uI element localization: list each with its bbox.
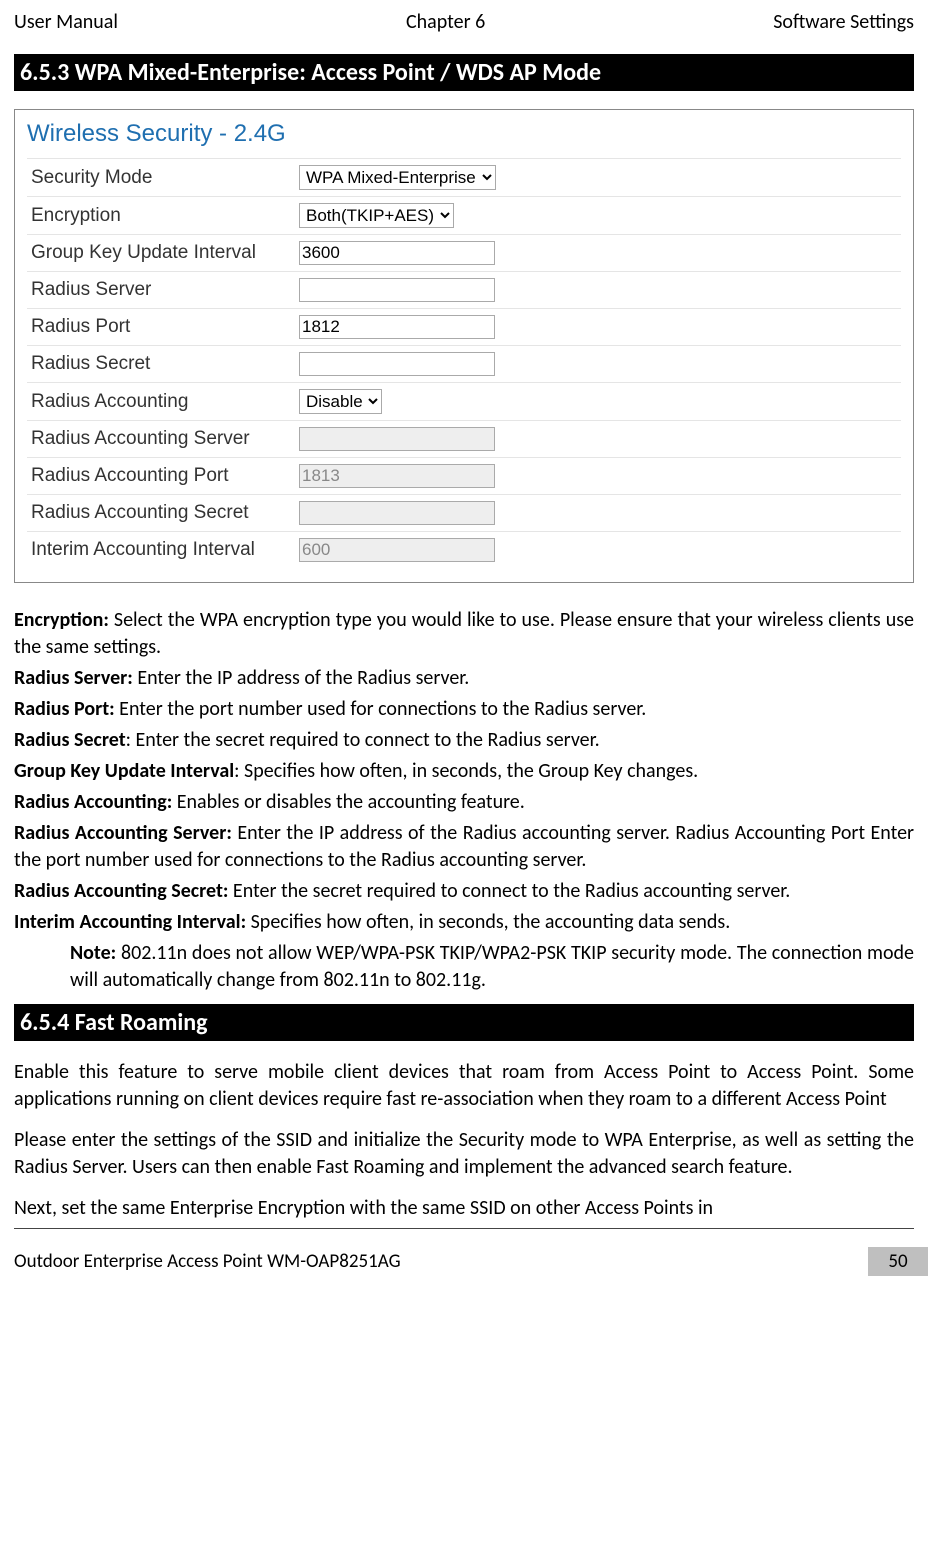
table-row: Encryption Both(TKIP+AES) <box>27 197 901 235</box>
label-radius-port: Radius Port <box>27 309 295 346</box>
label-radius-acct-secret: Radius Accounting Secret <box>27 495 295 532</box>
def-interim: Interim Accounting Interval: Specifies h… <box>14 909 914 936</box>
section-title-fast-roaming: 6.5.4 Fast Roaming <box>14 1004 914 1041</box>
table-row: Radius Accounting Secret <box>27 495 901 532</box>
header-left: User Manual <box>14 10 118 34</box>
table-row: Security Mode WPA Mixed-Enterprise <box>27 159 901 197</box>
note-80211n: Note: 802.11n does not allow WEP/WPA-PSK… <box>70 940 914 994</box>
table-row: Radius Accounting Disable <box>27 383 901 421</box>
label-radius-server: Radius Server <box>27 272 295 309</box>
label-radius-accounting: Radius Accounting <box>27 383 295 421</box>
radius-server-input[interactable] <box>299 278 495 302</box>
label-radius-acct-server: Radius Accounting Server <box>27 421 295 458</box>
header-center: Chapter 6 <box>406 10 485 34</box>
panel-title: Wireless Security - 2.4G <box>27 120 901 148</box>
def-radius-accounting: Radius Accounting: Enables or disables t… <box>14 789 914 816</box>
table-row: Radius Secret <box>27 346 901 383</box>
page-number: 50 <box>868 1247 928 1276</box>
label-radius-secret: Radius Secret <box>27 346 295 383</box>
gkui-input[interactable] <box>299 241 495 265</box>
radius-acct-server-input <box>299 427 495 451</box>
table-row: Radius Server <box>27 272 901 309</box>
radius-acct-secret-input <box>299 501 495 525</box>
footer-left: Outdoor Enterprise Access Point WM-OAP82… <box>0 1247 401 1276</box>
fast-roaming-p3: Next, set the same Enterprise Encryption… <box>14 1195 914 1222</box>
def-encryption: Encryption: Select the WPA encryption ty… <box>14 607 914 661</box>
def-radius-server: Radius Server: Enter the IP address of t… <box>14 665 914 692</box>
radius-accounting-select[interactable]: Disable <box>299 389 382 414</box>
label-security-mode: Security Mode <box>27 159 295 197</box>
table-row: Radius Port <box>27 309 901 346</box>
radius-port-input[interactable] <box>299 315 495 339</box>
radius-acct-port-input <box>299 464 495 488</box>
table-row: Radius Accounting Port <box>27 458 901 495</box>
radius-secret-input[interactable] <box>299 352 495 376</box>
label-gkui: Group Key Update Interval <box>27 235 295 272</box>
def-radius-acct-server: Radius Accounting Server: Enter the IP a… <box>14 820 914 874</box>
def-radius-acct-secret: Radius Accounting Secret: Enter the secr… <box>14 878 914 905</box>
section-title-wpa: 6.5.3 WPA Mixed-Enterprise: Access Point… <box>14 54 914 91</box>
fast-roaming-p1: Enable this feature to serve mobile clie… <box>14 1059 914 1113</box>
def-radius-port: Radius Port: Enter the port number used … <box>14 696 914 723</box>
def-radius-secret: Radius Secret: Enter the secret required… <box>14 727 914 754</box>
settings-table: Security Mode WPA Mixed-Enterprise Encry… <box>27 158 901 568</box>
label-radius-acct-port: Radius Accounting Port <box>27 458 295 495</box>
page-header: User Manual Chapter 6 Software Settings <box>14 10 914 34</box>
def-gkui: Group Key Update Interval: Specifies how… <box>14 758 914 785</box>
footer-divider <box>14 1228 914 1229</box>
fast-roaming-p2: Please enter the settings of the SSID an… <box>14 1127 914 1181</box>
interim-input <box>299 538 495 562</box>
table-row: Radius Accounting Server <box>27 421 901 458</box>
encryption-select[interactable]: Both(TKIP+AES) <box>299 203 454 228</box>
table-row: Group Key Update Interval <box>27 235 901 272</box>
security-mode-select[interactable]: WPA Mixed-Enterprise <box>299 165 496 190</box>
label-interim: Interim Accounting Interval <box>27 532 295 569</box>
label-encryption: Encryption <box>27 197 295 235</box>
table-row: Interim Accounting Interval <box>27 532 901 569</box>
header-right: Software Settings <box>773 10 914 34</box>
wireless-security-panel: Wireless Security - 2.4G Security Mode W… <box>14 109 914 583</box>
